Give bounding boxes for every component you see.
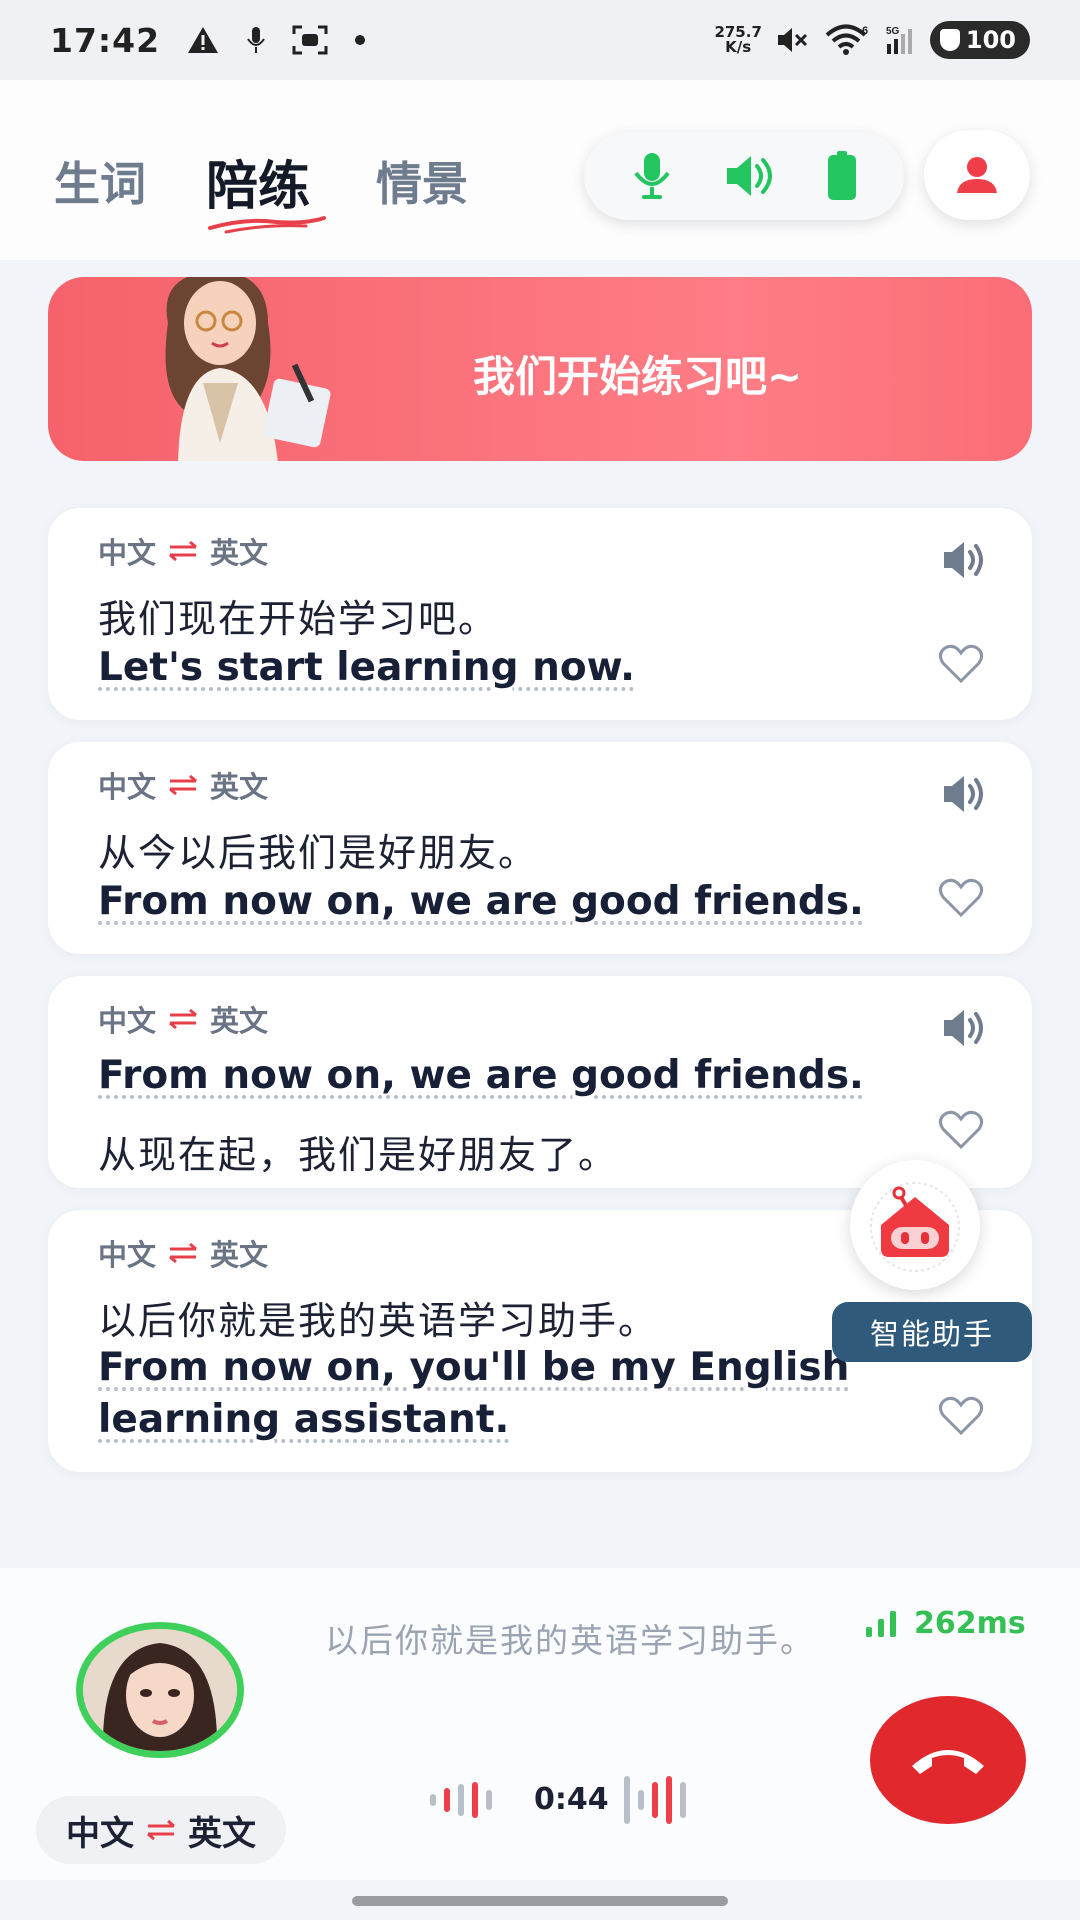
assistant-label[interactable]: 智能助手 bbox=[832, 1302, 1032, 1362]
svg-text:5G: 5G bbox=[886, 26, 900, 37]
mic-status-icon bbox=[247, 27, 265, 53]
hang-up-button[interactable] bbox=[870, 1696, 1026, 1824]
favorite-heart-icon[interactable] bbox=[938, 644, 984, 684]
phrase-card[interactable]: 中文 英文 我们现在开始学习吧。 Let's start learning no… bbox=[48, 508, 1032, 720]
phrase-line-2: From now on, you'll be my English learni… bbox=[98, 1345, 850, 1442]
signal-bars-icon bbox=[866, 1610, 896, 1637]
phrase-line-1: 从今以后我们是好朋友。 bbox=[98, 831, 539, 875]
latency-indicator: 262ms bbox=[864, 1606, 1026, 1641]
battery-icon bbox=[827, 151, 856, 200]
phrase-line-2: From now on, we are good friends. bbox=[98, 879, 864, 924]
speaker-icon[interactable] bbox=[723, 152, 777, 200]
phrase-line-2: 从现在起，我们是好朋友了。 bbox=[98, 1133, 619, 1177]
tab-vocabulary[interactable]: 生词 bbox=[54, 148, 146, 214]
avatar bbox=[76, 1622, 244, 1758]
audio-wave-right-icon bbox=[624, 1776, 686, 1824]
call-panel: 中文 英文 以后你就是我的英语学习助手。 262ms 0:44 bbox=[0, 1568, 1080, 1880]
status-bar: 17:42 275.7 K/s 6 5G 100 bbox=[0, 0, 1080, 80]
language-pair: 中文 英文 bbox=[98, 536, 269, 570]
top-navigation: 生词 陪练 情景 bbox=[0, 80, 1080, 260]
language-pair: 中文 英文 bbox=[98, 1238, 269, 1272]
active-tab-underline bbox=[208, 216, 326, 234]
swap-arrows-icon bbox=[169, 774, 197, 796]
language-pair: 中文 英文 bbox=[98, 1004, 269, 1038]
phrase-card[interactable]: 中文 英文 从今以后我们是好朋友。 From now on, we are go… bbox=[48, 742, 1032, 954]
shield-icon bbox=[939, 29, 960, 51]
swap-arrows-icon bbox=[169, 1008, 197, 1030]
swap-arrows-icon bbox=[169, 1242, 197, 1264]
phone-hangup-icon bbox=[912, 1750, 984, 1774]
profile-button[interactable] bbox=[924, 130, 1030, 220]
tab-practice[interactable]: 陪练 bbox=[206, 144, 310, 219]
practice-banner: 我们开始练习吧~ bbox=[48, 277, 1032, 461]
swap-arrows-icon bbox=[169, 540, 197, 562]
phrase-line-1: From now on, we are good friends. bbox=[98, 1053, 864, 1098]
assistant-button[interactable] bbox=[850, 1160, 980, 1290]
user-icon bbox=[957, 157, 997, 193]
audio-wave-left-icon bbox=[430, 1782, 492, 1818]
swap-arrows-icon bbox=[147, 1819, 175, 1841]
language-switch[interactable]: 中文 英文 bbox=[36, 1796, 286, 1864]
robot-icon bbox=[870, 1182, 960, 1272]
phrase-card[interactable]: 中文 英文 From now on, we are good friends. … bbox=[48, 976, 1032, 1188]
cell-signal-icon: 5G bbox=[886, 26, 912, 54]
tab-scenario[interactable]: 情景 bbox=[376, 148, 468, 214]
live-transcript: 以后你就是我的英语学习助手。 bbox=[325, 1621, 815, 1660]
play-audio-icon[interactable] bbox=[940, 772, 988, 816]
language-pair: 中文 英文 bbox=[98, 770, 269, 804]
phrase-line-2: Let's start learning now. bbox=[98, 645, 635, 690]
tutor-portrait bbox=[83, 1629, 237, 1751]
call-timer: 0:44 bbox=[534, 1782, 609, 1817]
net-speed: 275.7 K/s bbox=[714, 23, 762, 56]
battery-indicator: 100 bbox=[929, 21, 1030, 59]
dot-icon bbox=[355, 35, 366, 45]
status-time: 17:42 bbox=[50, 20, 161, 60]
phrase-line-1: 我们现在开始学习吧。 bbox=[98, 597, 499, 641]
favorite-heart-icon[interactable] bbox=[938, 1110, 984, 1150]
teacher-illustration bbox=[165, 277, 331, 461]
wifi-icon: 6 bbox=[825, 24, 868, 55]
home-indicator[interactable] bbox=[352, 1896, 728, 1906]
phrase-line-1: 以后你就是我的英语学习助手。 bbox=[98, 1299, 659, 1343]
mic-icon[interactable] bbox=[630, 151, 674, 201]
favorite-heart-icon[interactable] bbox=[938, 878, 984, 918]
warning-icon bbox=[188, 27, 219, 53]
mute-icon bbox=[777, 28, 807, 52]
play-audio-icon[interactable] bbox=[940, 538, 988, 582]
play-audio-icon[interactable] bbox=[940, 1006, 988, 1050]
svg-text:6: 6 bbox=[862, 25, 868, 37]
call-controls bbox=[584, 132, 904, 220]
favorite-heart-icon[interactable] bbox=[938, 1396, 984, 1436]
screen-record-icon bbox=[292, 25, 328, 55]
banner-title: 我们开始练习吧~ bbox=[473, 352, 803, 401]
